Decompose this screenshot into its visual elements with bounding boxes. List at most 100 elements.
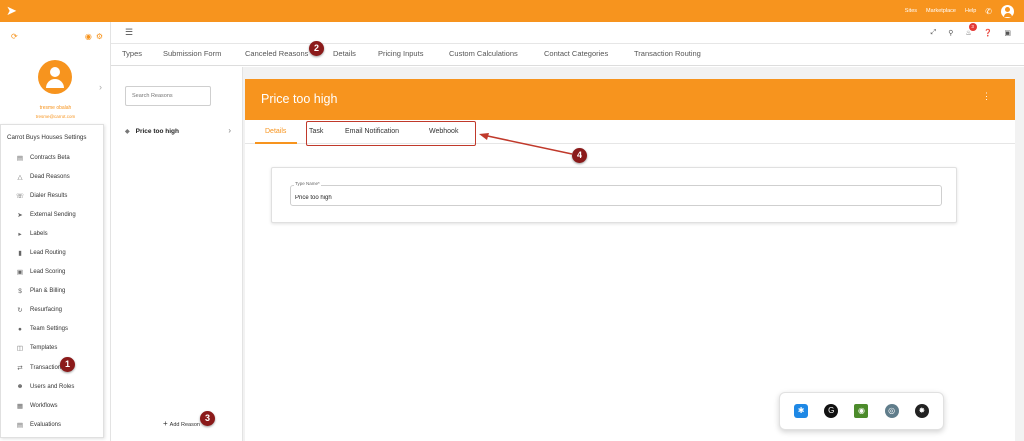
sidebar: ⟳ ◉ ⚙ › tresme obalah tresme@carrot.com …: [0, 22, 111, 441]
sidebar-item-resurfacing[interactable]: ↻ Resurfacing: [1, 301, 105, 320]
add-contact-icon[interactable]: ◉: [85, 32, 92, 41]
profile-avatar[interactable]: [38, 60, 72, 94]
main-header: ☰ ⤢ ⚲ ♨ 3 ❓ ▣: [111, 22, 1024, 44]
sidebar-item-lead-scoring[interactable]: ▣ Lead Scoring: [1, 263, 105, 282]
more-options-icon[interactable]: ⋮: [982, 91, 991, 102]
sidebar-item-users-and-roles[interactable]: ☻ Users and Roles: [1, 377, 105, 396]
dollar-icon: $: [18, 287, 22, 295]
sidebar-item-labels[interactable]: ▸ Labels: [1, 224, 105, 243]
reason-title: Price too high: [261, 92, 338, 106]
sidebar-top-icons: ⟳ ◉ ⚙: [0, 32, 111, 44]
active-tab-indicator: [255, 142, 297, 144]
phone-list-icon: ☏: [15, 192, 25, 200]
bell-icon[interactable]: ♨ 3: [965, 23, 977, 37]
sync-icon: ⇄: [17, 364, 23, 372]
sidebar-item-label: Contracts Beta: [30, 154, 70, 161]
chevron-right-icon: ›: [228, 126, 231, 135]
sidebar-item-contracts-beta[interactable]: ▤ Contracts Beta: [1, 148, 105, 167]
sidebar-item-label: Lead Routing: [30, 250, 66, 257]
reasons-panel: ◆ Price too high › +Add Reason: [111, 67, 243, 441]
fullscreen-icon[interactable]: ⤢: [931, 29, 937, 37]
sidebar-item-label: Plan & Billing: [30, 288, 66, 295]
tab-submission-form[interactable]: Submission Form: [163, 49, 221, 58]
add-reason-label: Add Reason: [169, 422, 200, 428]
sidebar-item-transactions[interactable]: ⇄ Transactions: [1, 358, 105, 377]
annotation-marker-3: 3: [200, 411, 215, 426]
top-bar: ➤ Sites Marketplace Help ✆: [0, 0, 1024, 22]
sidebar-item-templates[interactable]: ◫ Templates: [1, 339, 105, 358]
sidebar-item-evaluations[interactable]: ▤ Evaluations: [1, 415, 105, 434]
network-icon[interactable]: ◎: [884, 404, 899, 418]
header-icons: ⤢ ⚲ ♨ 3 ❓ ▣: [931, 22, 1011, 44]
ai-app-icon[interactable]: ✸: [914, 404, 929, 418]
annotation-marker-4: 4: [572, 148, 587, 163]
sidebar-item-plan-billing[interactable]: $ Plan & Billing: [1, 282, 105, 301]
marketplace-link[interactable]: Marketplace: [926, 8, 956, 14]
tab-details[interactable]: Details: [333, 49, 356, 58]
settings-icon[interactable]: ⚙: [96, 32, 103, 41]
profile-email: tresme@carrot.com: [35, 114, 76, 119]
nvidia-icon[interactable]: ◉: [854, 404, 869, 418]
tab-detail-details[interactable]: Details: [265, 128, 286, 135]
annotation-marker-2: 2: [309, 41, 324, 56]
search-icon[interactable]: ⚲: [948, 29, 953, 37]
sidebar-action-icons: ◉ ⚙: [85, 32, 103, 41]
tab-pricing-inputs[interactable]: Pricing Inputs: [378, 49, 423, 58]
sidebar-item-label: Workflows: [30, 402, 58, 409]
search-reasons-input[interactable]: [125, 86, 211, 106]
user-avatar-icon[interactable]: [1001, 4, 1014, 18]
tab-custom-calculations[interactable]: Custom Calculations: [449, 49, 518, 58]
add-reason-button[interactable]: + Add Reason: [163, 419, 200, 428]
sidebar-item-label: Templates: [30, 345, 58, 352]
profile-name: tresme obalah: [39, 105, 72, 111]
workflow-icon: ▦: [16, 402, 24, 410]
sidebar-item-external-sending[interactable]: ➤ External Sending: [1, 205, 105, 224]
label-icon: ▸: [18, 230, 22, 238]
reason-item[interactable]: ◆ Price too high ›: [125, 126, 231, 136]
notification-badge: 3: [968, 23, 977, 31]
sidebar-item-label: Dialer Results: [30, 192, 68, 199]
clipboard-icon: ▤: [16, 154, 24, 162]
sidebar-item-label: Evaluations: [30, 421, 62, 428]
settings-menu-list: ▤ Contracts Beta △ Dead Reasons ☏ Dialer Re…: [1, 148, 105, 434]
sidebar-item-dialer-results[interactable]: ☏ Dialer Results: [1, 186, 105, 205]
scoring-icon: ▣: [16, 269, 24, 277]
sidebar-item-workflows[interactable]: ▦ Workflows: [1, 396, 105, 415]
system-tray: ✱ G ◉ ◎ ✸: [779, 392, 944, 430]
sidebar-item-label: Resurfacing: [30, 307, 63, 314]
help-icon[interactable]: ❓: [984, 29, 993, 37]
send-icon: ➤: [17, 211, 23, 219]
sidebar-item-dead-reasons[interactable]: △ Dead Reasons: [1, 167, 105, 186]
sidebar-item-lead-routing[interactable]: ▮ Lead Routing: [1, 243, 105, 262]
hamburger-icon[interactable]: ☰: [125, 27, 133, 38]
tab-canceled-reasons[interactable]: Canceled Reasons: [245, 49, 308, 58]
chevron-right-icon[interactable]: ›: [99, 82, 102, 92]
book-icon[interactable]: ▣: [1004, 29, 1011, 37]
tab-types[interactable]: Types: [122, 49, 142, 58]
evaluation-icon: ▤: [16, 421, 24, 429]
annotation-marker-1: 1: [60, 357, 75, 372]
sidebar-item-team-settings[interactable]: ● Team Settings: [1, 320, 105, 339]
settings-menu: Carrot Buys Houses Settings ▤ Contracts B…: [0, 124, 104, 438]
carrot-logo-icon[interactable]: ➤: [6, 3, 20, 19]
tab-transaction-routing[interactable]: Transaction Routing: [634, 49, 701, 58]
sidebar-item-label: Users and Roles: [30, 383, 75, 390]
type-name-card: Type Name*: [271, 167, 957, 223]
type-name-label: Type Name*: [294, 181, 321, 186]
grammarly-icon[interactable]: G: [824, 404, 839, 418]
settings-tabs: Types Submission Form Canceled Reasons D…: [111, 44, 1024, 66]
team-icon: ●: [18, 325, 22, 333]
bar-chart-icon: ▮: [18, 250, 22, 258]
sites-link[interactable]: Sites: [905, 8, 917, 14]
type-name-field[interactable]: [290, 185, 942, 206]
sync-icon[interactable]: ⟳: [11, 32, 18, 41]
tabs-highlight-box: [306, 121, 476, 146]
settings-menu-title: Carrot Buys Houses Settings: [7, 134, 87, 141]
sidebar-item-label: Team Settings: [30, 326, 69, 333]
plus-icon: +: [163, 419, 168, 428]
sidebar-item-label: Dead Reasons: [30, 173, 70, 180]
tab-contact-categories[interactable]: Contact Categories: [544, 49, 608, 58]
phone-icon[interactable]: ✆: [985, 7, 992, 16]
bluetooth-icon[interactable]: ✱: [794, 404, 809, 418]
help-link[interactable]: Help: [965, 8, 976, 14]
